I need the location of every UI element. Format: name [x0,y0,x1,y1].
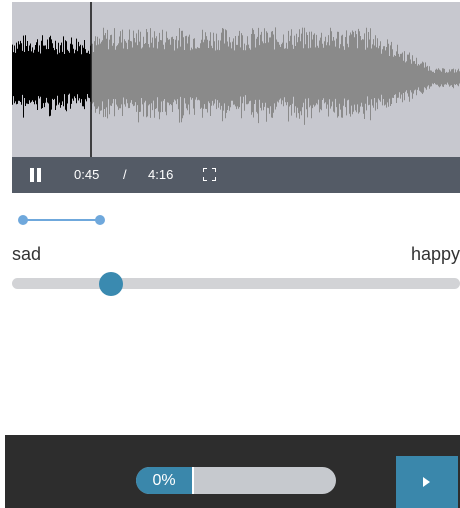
range-end-handle[interactable] [95,215,105,225]
player-control-bar: 0:45 / 4:16 [12,157,460,193]
audio-player: 0:45 / 4:16 [12,2,460,193]
mood-slider-thumb[interactable] [99,272,123,296]
current-time: 0:45 [74,167,100,182]
play-next-icon [423,477,430,487]
fullscreen-icon[interactable] [203,168,216,181]
time-separator: / [123,167,127,182]
mood-slider-track[interactable] [12,278,460,289]
range-start-handle[interactable] [18,215,28,225]
waveform-graphic [12,2,460,157]
progress-bar: 0% [136,467,336,494]
pause-icon[interactable] [30,168,42,182]
slider-max-label: happy [410,244,460,264]
progress-percent: 0% [152,472,176,489]
progress-marker [192,467,194,494]
range-line [23,219,100,221]
played-waveform [12,35,91,118]
total-time: 4:16 [148,167,174,182]
next-button[interactable] [396,456,458,508]
waveform-display[interactable] [12,2,460,157]
slider-min-label: sad [12,244,42,264]
selection-range-indicator [18,214,108,226]
unplayed-waveform [91,27,460,125]
